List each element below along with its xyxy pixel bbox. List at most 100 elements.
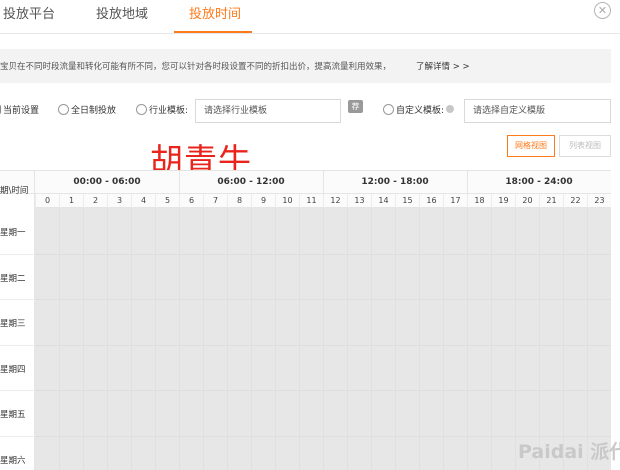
- option-allday-label: 全日制投放: [71, 105, 117, 116]
- option-current-label: 当前设置: [3, 105, 40, 116]
- day-label: 星期五: [0, 410, 26, 420]
- notice-bar: 宝贝在不同时段流量和转化可能有所不同，您可以针对各时段设置不同的折扣出价，提高流…: [0, 49, 611, 83]
- radio-icon: [58, 103, 69, 115]
- grid-column-line: [59, 208, 60, 470]
- custom-template-select[interactable]: 请选择自定义模版: [464, 99, 611, 123]
- grid-column-line: [419, 208, 420, 470]
- row-divider: [0, 390, 35, 391]
- hour-header-cell[interactable]: 9: [251, 194, 275, 208]
- grid-range-header: 00:00 - 06:00 06:00 - 12:00 12:00 - 18:0…: [0, 170, 611, 209]
- row-divider: [0, 253, 35, 255]
- grid-row-line: [35, 390, 611, 391]
- hour-header-cell[interactable]: 13: [347, 194, 371, 208]
- grid-column-line: [275, 208, 276, 470]
- hour-header-cell[interactable]: 7: [203, 194, 227, 208]
- tab-platform[interactable]: 投放平台: [3, 3, 55, 22]
- hour-header-cell[interactable]: 18: [467, 194, 491, 208]
- grid-column-line: [395, 208, 396, 470]
- hour-header-cell[interactable]: 23: [587, 194, 611, 208]
- grid-column-line: [203, 208, 204, 470]
- radio-icon: [383, 103, 394, 115]
- grid-view-button[interactable]: 网格视图: [507, 135, 555, 157]
- hour-header-cell[interactable]: 17: [443, 194, 467, 208]
- help-icon[interactable]: [446, 105, 455, 113]
- hour-header-cell[interactable]: 5: [155, 194, 179, 208]
- time-setting-panel: 投放平台 投放地域 投放时间 ✕ 宝贝在不同时段流量和转化可能有所不同，您可以针…: [0, 0, 620, 470]
- grid-column-line: [563, 208, 564, 470]
- grid-column-line: [323, 208, 324, 470]
- schedule-grid[interactable]: [35, 208, 611, 470]
- industry-template-select[interactable]: 请选择行业模板: [195, 99, 341, 123]
- hour-header-cell[interactable]: 4: [131, 194, 155, 208]
- grid-row-line: [35, 344, 611, 346]
- grid-column-line: [515, 208, 516, 470]
- hour-header-cell[interactable]: 22: [563, 194, 587, 208]
- grid-row-line: [35, 299, 611, 300]
- option-allday[interactable]: 全日制投放: [58, 99, 116, 119]
- grid-column-line: [443, 208, 444, 470]
- grid-column-line: [227, 208, 228, 470]
- row-divider: [0, 435, 35, 437]
- range-label: 06:00 - 12:00: [217, 177, 285, 187]
- grid-column-line: [131, 208, 132, 470]
- hour-header-cell[interactable]: 19: [491, 194, 515, 208]
- range-label: 12:00 - 18:00: [361, 177, 429, 187]
- option-industry-label: 行业模板:: [149, 105, 189, 116]
- option-custom-template[interactable]: 自定义模板:: [383, 99, 455, 119]
- option-custom-label: 自定义模板:: [396, 105, 445, 116]
- option-current-setting[interactable]: 当前设置: [0, 99, 39, 119]
- grid-column-line: [467, 208, 468, 470]
- grid-column-line: [347, 208, 348, 470]
- corner-label: 期\时间: [0, 186, 29, 196]
- brand-watermark: Paidai 派代: [518, 441, 620, 463]
- hour-header-row: 0 1 2 3 4 5 6 7 8 9 10 11 12 13 14 15 16 17 18 19 20 21 22 23: [35, 194, 611, 208]
- grid-column-line: [587, 208, 588, 470]
- row-divider: [0, 344, 35, 346]
- range-label: 00:00 - 06:00: [73, 177, 141, 187]
- hour-header-cell[interactable]: 21: [539, 194, 563, 208]
- hour-header-cell[interactable]: 3: [107, 194, 131, 208]
- close-icon[interactable]: ✕: [594, 2, 611, 19]
- grid-column-line: [107, 208, 108, 470]
- recommend-tag-icon: 荐: [348, 100, 363, 113]
- hour-header-cell[interactable]: 20: [515, 194, 539, 208]
- hour-header-cell[interactable]: 10: [275, 194, 299, 208]
- grid-column-line: [83, 208, 84, 470]
- hour-header-cell[interactable]: 6: [179, 194, 203, 208]
- tab-bar: 投放平台 投放地域 投放时间: [0, 0, 620, 34]
- hour-header-cell[interactable]: 1: [59, 194, 83, 208]
- tab-region[interactable]: 投放地域: [96, 3, 148, 22]
- hour-header-cell[interactable]: 11: [299, 194, 323, 208]
- list-view-button[interactable]: 列表视图: [559, 135, 611, 157]
- hour-header-cell[interactable]: 15: [395, 194, 419, 208]
- day-label: 星期六: [0, 455, 26, 466]
- hour-header-cell[interactable]: 12: [323, 194, 347, 208]
- hour-header-cell[interactable]: 14: [371, 194, 395, 208]
- day-label: 星期二: [0, 273, 26, 284]
- learn-more-link[interactable]: 了解详情 > >: [416, 60, 470, 72]
- tab-time[interactable]: 投放时间: [189, 3, 241, 22]
- grid-row-line: [35, 253, 611, 255]
- active-tab-indicator: [174, 31, 252, 33]
- radio-icon: [136, 103, 147, 115]
- hour-header-cell[interactable]: 2: [83, 194, 107, 208]
- grid-column-line: [491, 208, 492, 470]
- grid-column-line: [179, 208, 180, 470]
- grid-column-line: [371, 208, 372, 470]
- grid-column-line: [155, 208, 156, 470]
- notice-text: 宝贝在不同时段流量和转化可能有所不同，您可以针对各时段设置不同的折扣出价，提高流…: [0, 62, 392, 72]
- hour-header-cell[interactable]: 8: [227, 194, 251, 208]
- hour-header-cell[interactable]: 0: [35, 194, 59, 208]
- grid-column-line: [251, 208, 252, 470]
- day-label: 星期三: [0, 319, 26, 329]
- day-label: 星期一: [0, 228, 26, 238]
- day-label-column: 星期一星期二星期三星期四星期五星期六: [0, 208, 35, 470]
- hour-header-cell[interactable]: 16: [419, 194, 443, 208]
- grid-column-line: [539, 208, 540, 470]
- option-industry-template[interactable]: 行业模板:: [136, 99, 188, 119]
- range-label: 18:00 - 24:00: [505, 177, 573, 187]
- grid-column-line: [299, 208, 300, 470]
- radio-icon: [0, 103, 1, 115]
- day-label: 星期四: [0, 364, 26, 375]
- row-divider: [0, 299, 35, 300]
